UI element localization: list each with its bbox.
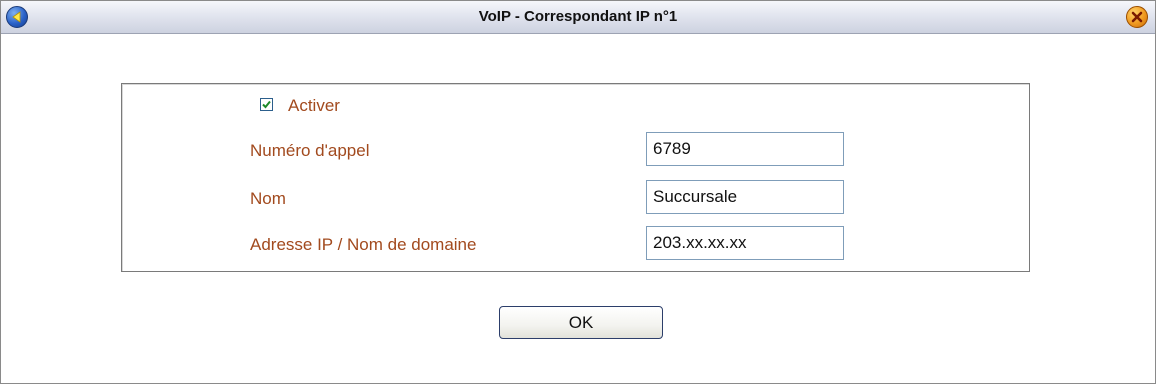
activer-label: Activer [288,96,340,115]
checkmark-icon [262,100,271,109]
close-icon[interactable] [1126,6,1148,28]
dialog-window: VoIP - Correspondant IP n°1 Activer Numé… [0,0,1156,384]
numero-appel-label: Numéro d'appel [250,141,370,160]
numero-appel-input[interactable] [646,132,844,166]
window-title: VoIP - Correspondant IP n°1 [478,8,678,25]
adresse-ip-label: Adresse IP / Nom de domaine [250,235,477,254]
nom-label: Nom [250,189,286,208]
ok-button[interactable]: OK [499,306,663,339]
title-bar: VoIP - Correspondant IP n°1 [1,1,1155,34]
nom-input[interactable] [646,180,844,214]
settings-panel: Activer Numéro d'appel Nom Adresse IP / … [121,83,1030,272]
adresse-ip-input[interactable] [646,226,844,260]
activer-checkbox[interactable] [260,98,273,111]
